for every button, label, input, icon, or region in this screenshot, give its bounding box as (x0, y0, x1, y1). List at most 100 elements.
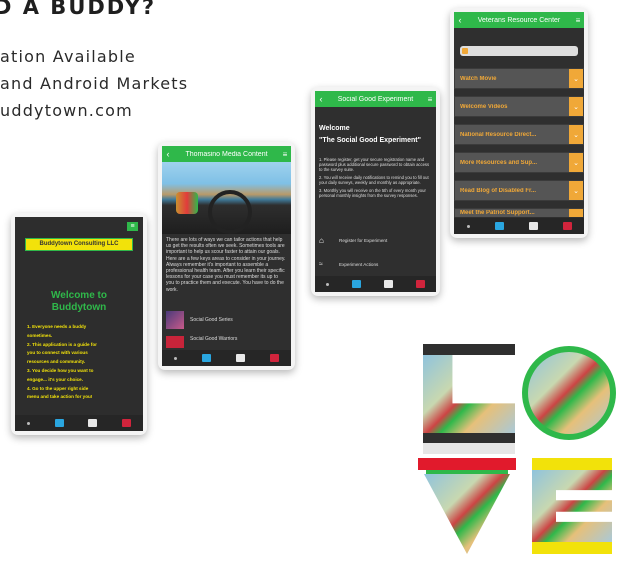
globe-icon[interactable] (202, 354, 212, 362)
welcome-list-line: menu and take action for you! (27, 394, 93, 400)
resource-row[interactable]: Meet the Patriot Support... (454, 208, 584, 217)
promo-line: uddytown.com (0, 101, 133, 120)
app-bar-title: Veterans Resource Center (477, 16, 561, 24)
thumbnail (166, 336, 184, 348)
phone-screenshot-media-content: ‹ Thomasino Media Content ≡ There are lo… (158, 142, 295, 370)
instruction-paragraph: 3. Monthly you will receive on the 5th o… (319, 188, 426, 198)
menu-icon[interactable]: ≡ (424, 95, 436, 104)
back-arrow-icon[interactable]: ‹ (454, 15, 466, 25)
globe-icon[interactable] (352, 280, 362, 288)
phone-screenshot-social-good: ‹ Social Good Experiment ≡ Welcome "The … (311, 87, 440, 296)
phone-screenshot-veterans: ‹ Veterans Resource Center ≡ Watch Movie… (450, 8, 588, 238)
book-icon[interactable] (121, 419, 131, 427)
driving-photo (162, 162, 291, 234)
register-label: Register for Experiment (339, 237, 388, 243)
welcome-list-line: 1. Everyone needs a buddy (27, 324, 87, 329)
welcome-list-line: sometimes. (27, 332, 53, 338)
welcome-list-line: engage... it's your choice. (27, 376, 83, 382)
document-icon[interactable] (383, 280, 393, 288)
experiment-title: "The Social Good Experiment" (319, 137, 421, 144)
dot-icon[interactable] (326, 282, 330, 286)
globe-icon[interactable] (494, 222, 504, 230)
promo-headline: D A BUDDY? (0, 0, 157, 19)
logo-o-photo (528, 352, 610, 434)
logo-letter-e (532, 458, 612, 556)
promo-line: and Android Markets (0, 74, 189, 93)
register-row[interactable]: ⌂ Register for Experiment (319, 234, 432, 246)
logo-l-photo (423, 355, 515, 433)
resource-row-label: Read Blog of Disabled Fr... (460, 187, 537, 194)
app-bar-title: Thomasino Media Content (185, 150, 268, 158)
intro-paragraph: There are lots of ways we can tailor act… (166, 237, 286, 293)
app-bar-title: Social Good Experiment (337, 95, 414, 103)
resource-row[interactable]: Read Blog of Disabled Fr... ⌄ (454, 180, 584, 201)
resource-row-label: Meet the Patriot Support... (460, 210, 535, 216)
search-icon (462, 48, 468, 54)
menu-icon[interactable]: ≡ (279, 150, 291, 159)
book-icon[interactable] (562, 222, 572, 230)
document-icon[interactable] (235, 354, 245, 362)
logo-l-bar-top (423, 344, 515, 355)
app-bar: ‹ Thomasino Media Content ≡ (162, 146, 291, 162)
list-item-label: Social Good Warriors (190, 336, 238, 342)
welcome-heading: Welcome (319, 125, 350, 132)
promo-line: ation Available (0, 47, 136, 66)
list-item[interactable]: Social Good Series (166, 310, 287, 330)
app-bar: ‹ Social Good Experiment ≡ (315, 91, 436, 107)
logo-e-bar-top (532, 458, 612, 470)
resource-row[interactable]: National Resource Direct... ⌄ (454, 124, 584, 145)
welcome-list-line: 2. This application is a guide for (27, 341, 97, 347)
chevron-down-icon: ⌄ (569, 125, 583, 144)
document-icon[interactable] (528, 222, 538, 230)
resource-row-label: National Resource Direct... (460, 131, 537, 138)
phone-screenshot-buddytown: ≡ Buddytown Consulting LLC Welcome to Bu… (11, 213, 147, 435)
back-arrow-icon[interactable]: ‹ (162, 149, 174, 159)
search-bar[interactable] (460, 46, 578, 56)
buddytown-consulting-button[interactable]: Buddytown Consulting LLC (25, 238, 133, 251)
chevron-down-icon: ⌄ (569, 69, 583, 88)
hand-detail (176, 192, 198, 214)
globe-icon[interactable] (54, 419, 64, 427)
instruction-paragraph: 1. Please register, get your secure regi… (319, 157, 430, 172)
document-icon[interactable] (88, 419, 98, 427)
logo-e-photo (532, 470, 612, 542)
instructions-text: 1. Please register, get your secure regi… (319, 157, 432, 198)
dot-icon[interactable] (174, 356, 178, 360)
resource-row-label: More Resources and Sup... (460, 159, 538, 166)
welcome-list-line: 3. You decide how you want to (27, 367, 94, 373)
logo-l-bar-bottom (423, 433, 515, 443)
list-item[interactable]: Social Good Warriors (166, 336, 287, 348)
chevron-down-icon: ⌄ (569, 181, 583, 200)
menu-icon[interactable]: ≡ (127, 222, 138, 231)
chevron-down-icon: ⌄ (569, 97, 583, 116)
bottom-nav (454, 218, 584, 234)
book-icon[interactable] (415, 280, 425, 288)
book-icon[interactable] (269, 354, 279, 362)
instruction-paragraph: 2. You will receive daily notifications … (319, 175, 429, 185)
list-item-label: Social Good Series (190, 317, 233, 323)
thumbnail (166, 311, 184, 329)
steering-wheel (208, 190, 252, 234)
love-logo (418, 340, 618, 560)
bottom-nav (162, 350, 291, 366)
home-icon: ⌂ (319, 235, 324, 245)
dot-icon[interactable] (27, 421, 31, 425)
chevron-down-icon: ⌄ (569, 153, 583, 172)
welcome-list-line: resources and community. (27, 359, 86, 365)
dot-icon[interactable] (466, 224, 470, 228)
actions-row[interactable]: ≈ Experiment Actions (319, 258, 432, 270)
bottom-nav (15, 415, 143, 431)
bottom-nav (315, 276, 436, 292)
app-bar: ‹ Veterans Resource Center ≡ (454, 12, 584, 28)
chevron-down-icon (569, 209, 583, 217)
back-arrow-icon[interactable]: ‹ (315, 94, 327, 104)
resource-row[interactable]: Watch Movie ⌄ (454, 68, 584, 89)
logo-letter-l (423, 344, 515, 454)
actions-icon: ≈ (319, 260, 323, 268)
logo-letter-v (418, 458, 516, 556)
resource-row[interactable]: More Resources and Sup... ⌄ (454, 152, 584, 173)
logo-e-bar-bottom (532, 542, 612, 554)
resource-row[interactable]: Welcome Videos ⌄ (454, 96, 584, 117)
menu-icon[interactable]: ≡ (572, 16, 584, 25)
resource-row-label: Welcome Videos (460, 103, 508, 110)
